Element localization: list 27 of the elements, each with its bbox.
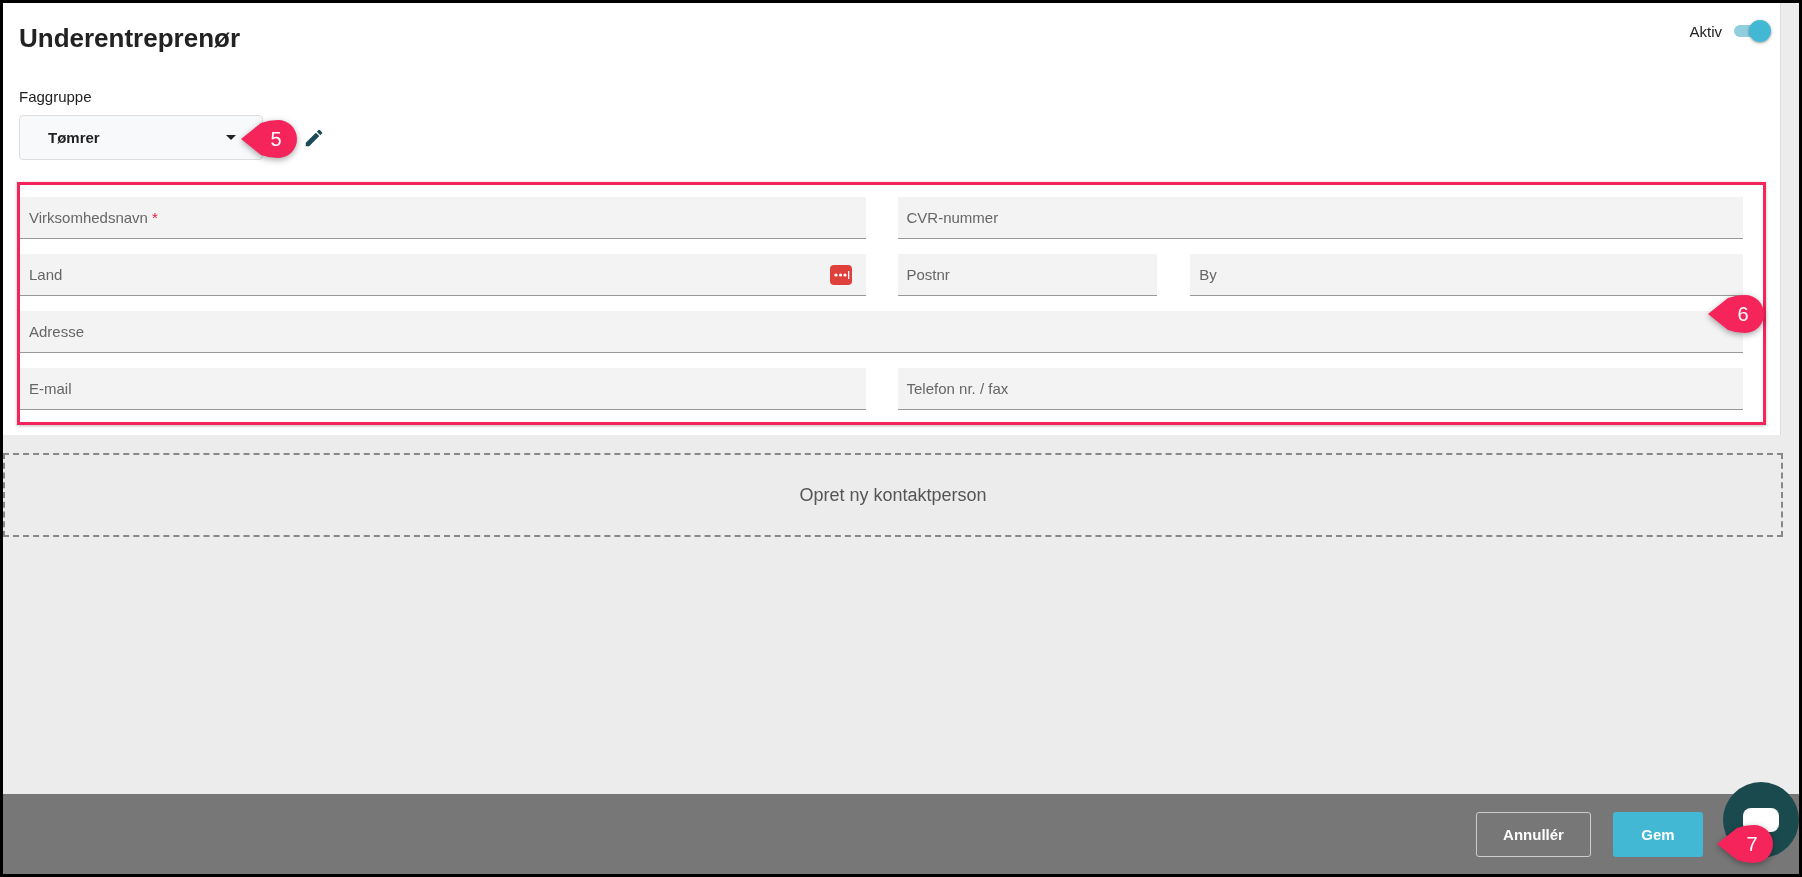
callout-marker: 5 [241, 120, 297, 158]
field-placeholder: E-mail [29, 380, 72, 397]
input-field[interactable]: Land [20, 254, 866, 296]
callout-marker: 7 [1717, 825, 1773, 863]
field-placeholder: Virksomhedsnavn * [29, 209, 158, 226]
add-contact-button[interactable]: Opret ny kontaktperson [3, 453, 1783, 537]
field-placeholder: Postnr [906, 266, 950, 283]
field-placeholder: Adresse [29, 323, 85, 340]
input-field[interactable]: E-mail [20, 368, 866, 410]
toggle-label: Aktiv [1689, 22, 1722, 40]
caret-icon [226, 135, 236, 140]
input-field[interactable]: Telefon nr. / fax [897, 368, 1743, 410]
required-marker: * [151, 209, 158, 226]
input-field[interactable]: By [1190, 254, 1743, 296]
field-placeholder: Land [29, 266, 63, 283]
field-placeholder: Telefon nr. / fax [906, 380, 1009, 397]
input-field[interactable]: Virksomhedsnavn * [20, 197, 866, 239]
input-field[interactable]: Postnr [897, 254, 1158, 296]
field-placeholder: CVR-nummer [906, 209, 999, 226]
field-placeholder: By [1199, 266, 1217, 283]
page-title: Underentreprenør [19, 23, 241, 54]
trade-group-dropdown[interactable]: Tømrer [19, 115, 263, 160]
more-icon[interactable] [829, 264, 852, 285]
cancel-button[interactable]: Annullér [1476, 811, 1591, 857]
input-field[interactable]: CVR-nummer [897, 197, 1743, 239]
callout-marker: 6 [1708, 295, 1764, 333]
field-label: Faggruppe [19, 88, 93, 105]
